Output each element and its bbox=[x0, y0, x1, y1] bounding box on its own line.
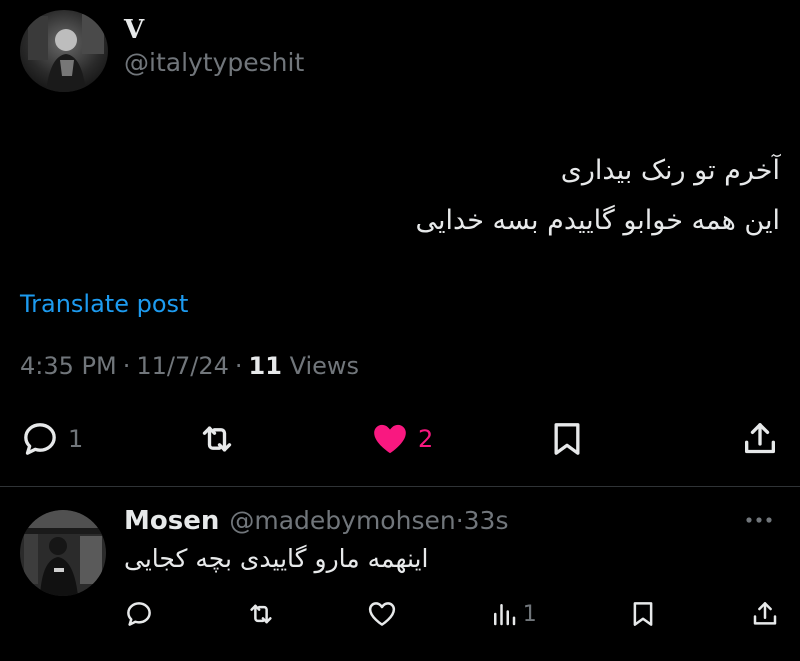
repost-button[interactable] bbox=[197, 419, 257, 459]
meta-separator: · bbox=[455, 506, 464, 535]
views-count: 11 bbox=[248, 352, 282, 380]
reply-views-count: 1 bbox=[522, 601, 537, 627]
post-date[interactable]: 11/7/24 bbox=[136, 352, 229, 380]
author-display-name[interactable]: V bbox=[124, 14, 304, 46]
reply-bookmark-button[interactable] bbox=[628, 599, 658, 629]
reply-like-button[interactable] bbox=[367, 599, 397, 629]
reply-action-bar: 1 bbox=[124, 596, 780, 632]
heart-icon bbox=[369, 602, 396, 626]
meta-separator: · bbox=[122, 352, 131, 380]
post-time[interactable]: 4:35 PM bbox=[20, 352, 117, 380]
bookmark-button[interactable] bbox=[547, 419, 607, 459]
heart-filled-icon bbox=[374, 424, 406, 454]
reply-time[interactable]: 33s bbox=[464, 506, 509, 535]
bookmark-icon bbox=[554, 423, 580, 455]
author-handle[interactable]: @italytypeshit bbox=[124, 46, 304, 80]
reply-icon bbox=[24, 423, 56, 455]
reply-views-button[interactable]: 1 bbox=[489, 599, 537, 629]
reply-repost-button[interactable] bbox=[246, 599, 276, 629]
repost-icon bbox=[249, 604, 272, 624]
reply-reply-button[interactable] bbox=[124, 599, 154, 629]
reply-text: اینهمه مارو گاییدی بچه کجایی bbox=[124, 544, 780, 573]
share-icon bbox=[753, 602, 777, 625]
like-count: 2 bbox=[418, 425, 434, 453]
share-button[interactable] bbox=[720, 419, 780, 459]
reply-avatar[interactable] bbox=[20, 510, 106, 596]
more-options-icon[interactable] bbox=[742, 508, 776, 532]
post-action-bar: 1 2 bbox=[20, 414, 780, 464]
reply-text-content: اینهمه مارو گاییدی بچه کجایی bbox=[124, 544, 429, 573]
reply-button[interactable]: 1 bbox=[20, 419, 83, 459]
views-label: Views bbox=[289, 352, 360, 380]
divider bbox=[0, 486, 800, 487]
bookmark-icon bbox=[634, 602, 653, 626]
post-header: V @italytypeshit bbox=[20, 10, 304, 92]
reply-count: 1 bbox=[68, 425, 84, 453]
reply-icon bbox=[127, 602, 151, 626]
translate-post-link[interactable]: Translate post bbox=[20, 290, 188, 318]
reply-handle[interactable]: @madebymohsen bbox=[229, 506, 455, 535]
views-icon bbox=[493, 604, 516, 626]
post-text-line: آخرم تو رنک بیداری bbox=[560, 155, 780, 186]
post-text: آخرم تو رنک بیداری این همه خوابو گاییدم … bbox=[416, 146, 781, 246]
repost-icon bbox=[202, 426, 231, 452]
meta-separator: · bbox=[234, 352, 243, 380]
post-meta: 4:35 PM · 11/7/24 · 11 Views bbox=[20, 352, 359, 380]
reply-share-button[interactable] bbox=[750, 599, 780, 629]
author-avatar[interactable] bbox=[20, 10, 108, 92]
like-button[interactable]: 2 bbox=[370, 419, 433, 459]
share-icon bbox=[745, 423, 775, 454]
reply-display-name[interactable]: Mosen bbox=[124, 506, 219, 536]
post-text-line: این همه خوابو گاییدم بسه خدایی bbox=[415, 205, 781, 236]
